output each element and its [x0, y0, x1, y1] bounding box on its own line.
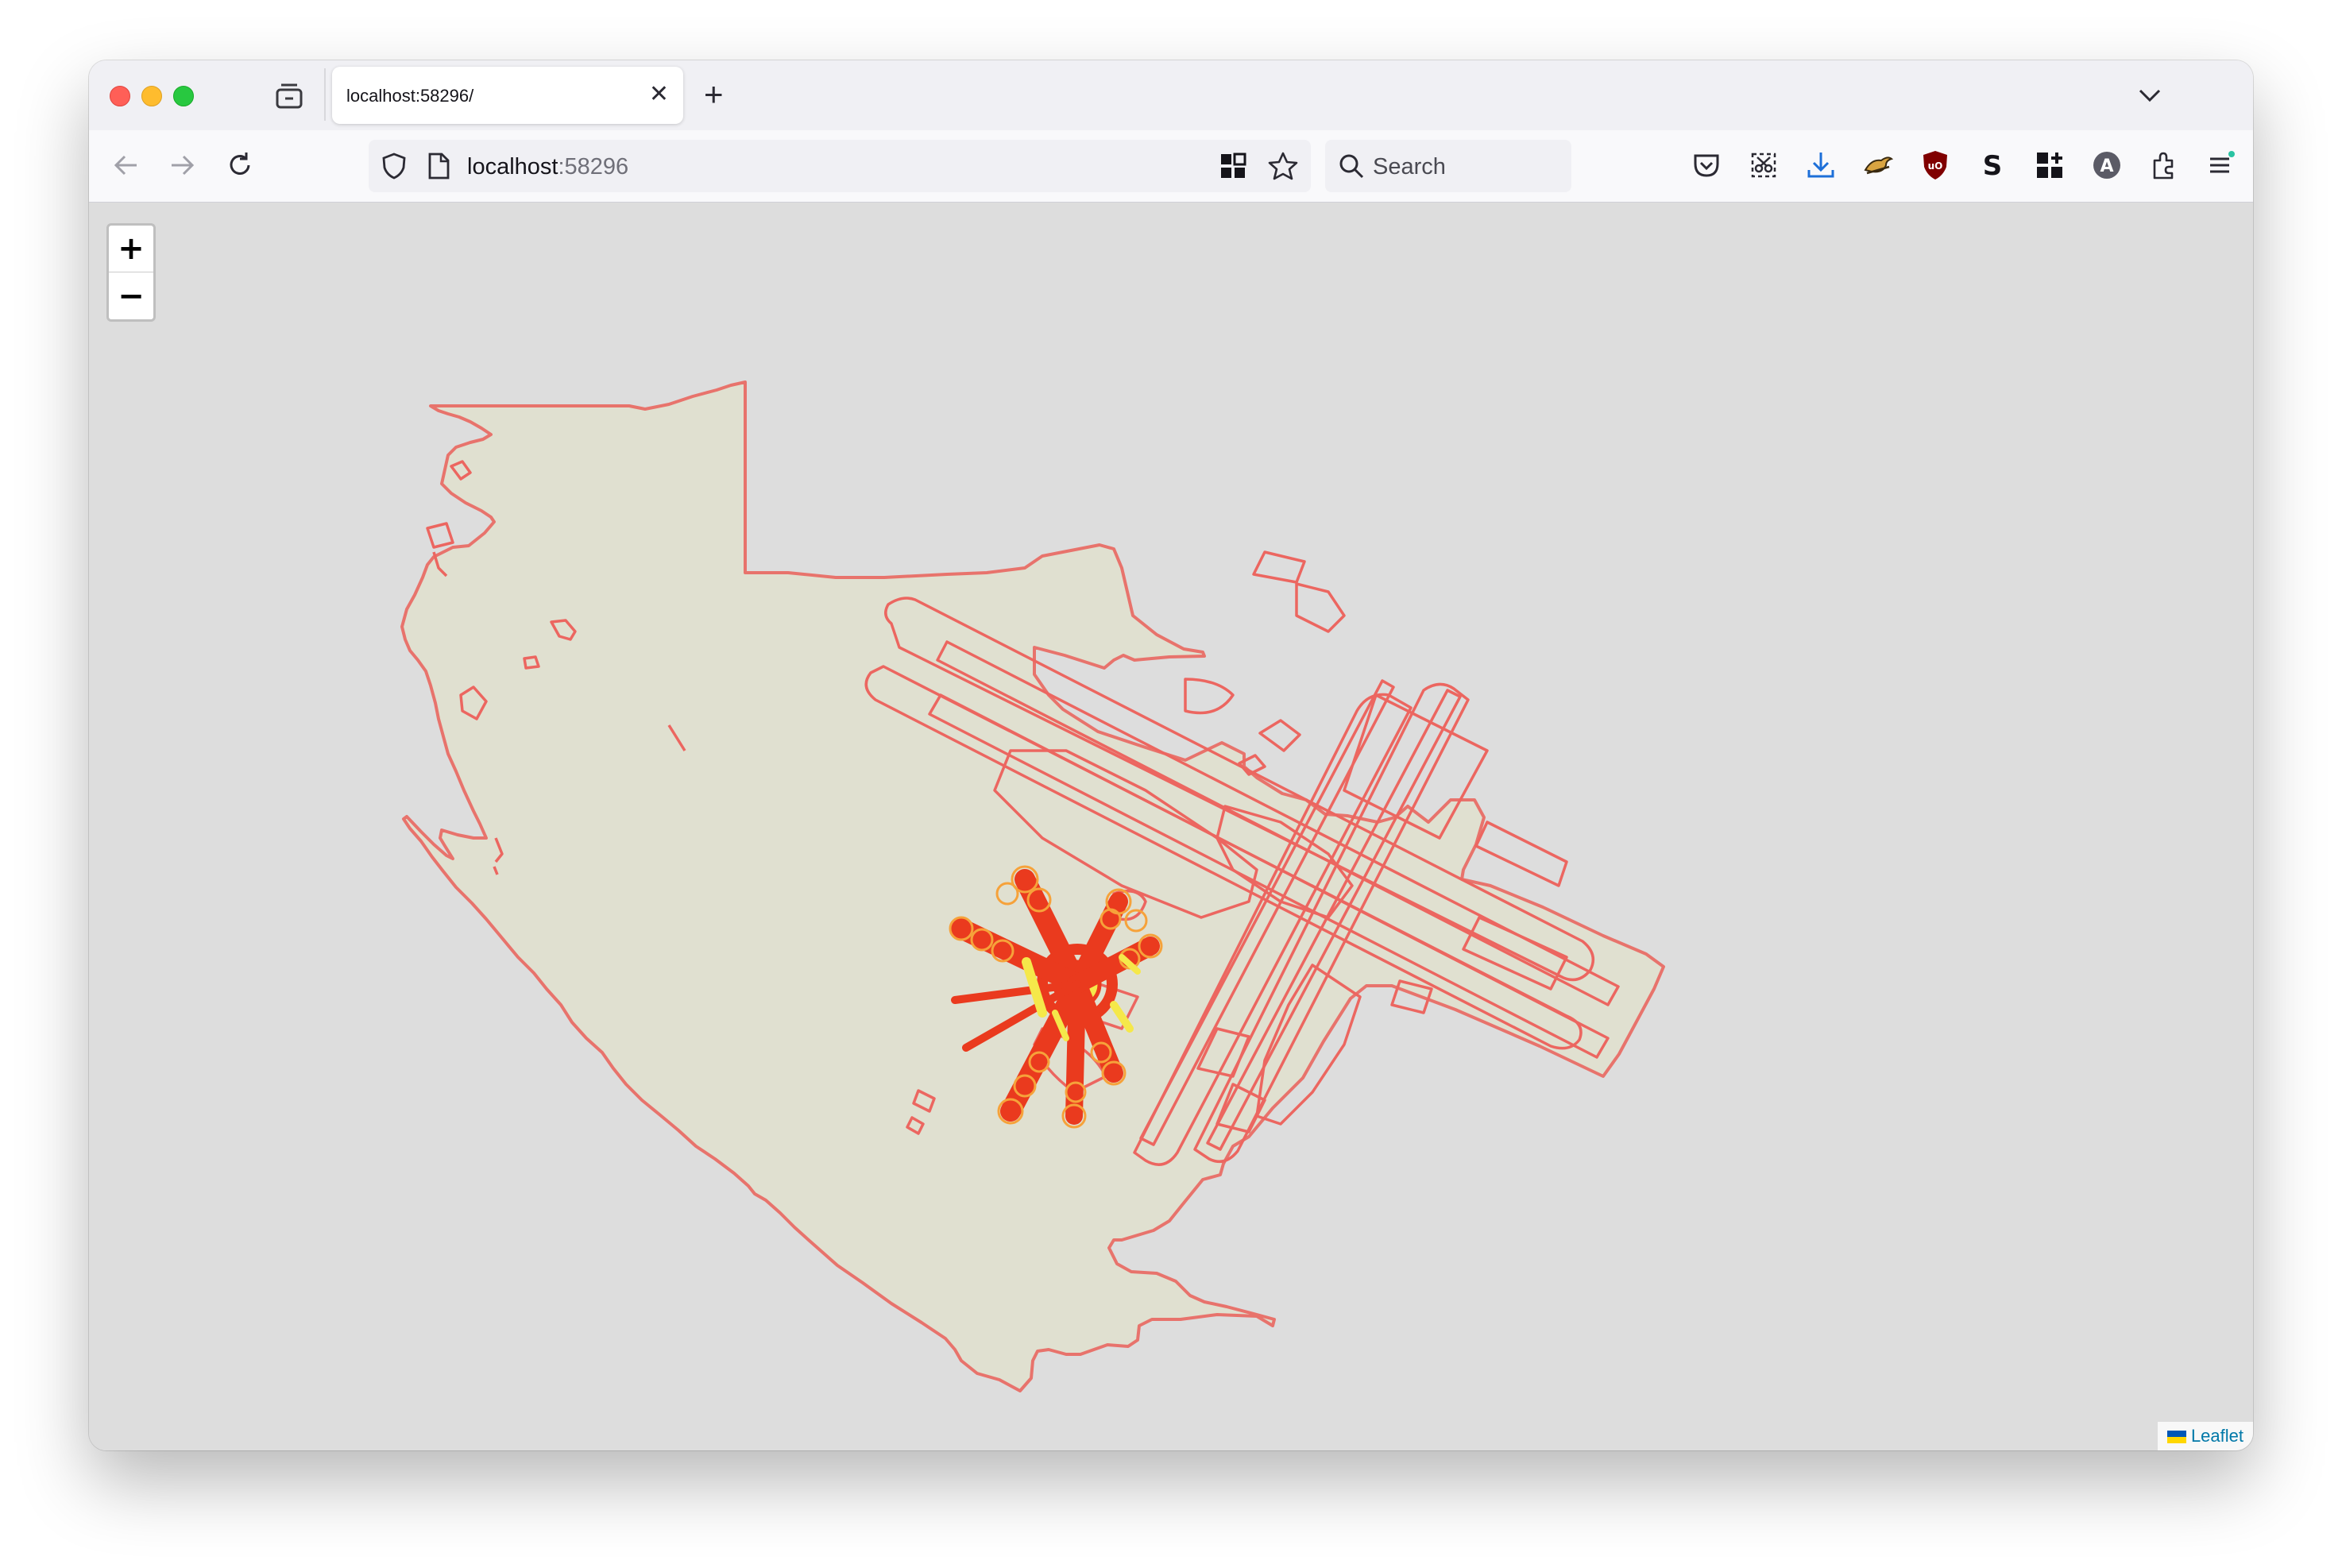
bookmark-star-icon[interactable]: [1268, 151, 1298, 181]
pocket-icon[interactable]: [1691, 149, 1722, 181]
ukraine-flag-icon: [2166, 1431, 2186, 1444]
back-icon[interactable]: [110, 149, 141, 181]
url-text: localhost:58296: [467, 154, 628, 180]
menu-icon[interactable]: [2205, 149, 2237, 181]
tab-bar: localhost:58296/ ✕ +: [89, 60, 2253, 130]
extension-s-icon[interactable]: S: [1977, 149, 2008, 181]
account-icon[interactable]: A: [2091, 149, 2123, 181]
page-icon: [428, 153, 450, 180]
shield-icon[interactable]: [380, 152, 408, 180]
airport-map[interactable]: [89, 203, 2253, 1450]
map-container[interactable]: + − Leaflet: [89, 203, 2253, 1450]
reload-icon[interactable]: [224, 149, 256, 181]
window-maximize-button[interactable]: [173, 86, 194, 106]
navigation-toolbar: localhost:58296 Search uO S A: [89, 130, 2253, 203]
tab-manager-icon[interactable]: [275, 83, 303, 110]
url-port: :58296: [558, 154, 629, 180]
url-host: localhost: [467, 154, 558, 180]
active-tab[interactable]: localhost:58296/ ✕: [332, 67, 683, 124]
window-close-button[interactable]: [110, 86, 130, 106]
svg-text:S: S: [1983, 150, 2003, 181]
zoom-control: + −: [106, 223, 156, 322]
ublock-icon[interactable]: uO: [1919, 149, 1951, 181]
extensions-puzzle-icon[interactable]: [2148, 149, 2180, 181]
tab-title: localhost:58296/: [346, 86, 474, 106]
forward-icon[interactable]: [167, 149, 199, 181]
zoom-in-button[interactable]: +: [109, 226, 153, 272]
search-icon: [1339, 154, 1364, 179]
search-box[interactable]: Search: [1325, 140, 1571, 192]
new-tab-icon[interactable]: +: [704, 75, 724, 114]
extension-bird-icon[interactable]: [1862, 149, 1894, 181]
list-all-tabs-icon[interactable]: [2135, 81, 2164, 110]
extension-grid-icon[interactable]: [1219, 152, 1247, 180]
url-bar[interactable]: localhost:58296: [369, 140, 1311, 192]
browser-window: localhost:58296/ ✕ + localhost:58296 Sea…: [89, 60, 2253, 1450]
extension-grid-plus-icon[interactable]: [2034, 149, 2066, 181]
svg-text:A: A: [2100, 156, 2113, 176]
tab-separator: [324, 68, 326, 121]
zoom-out-button[interactable]: −: [109, 273, 153, 319]
close-tab-icon[interactable]: ✕: [649, 83, 669, 106]
leaflet-link[interactable]: Leaflet: [2191, 1426, 2243, 1446]
download-icon[interactable]: [1805, 149, 1837, 181]
screenshot-icon[interactable]: [1748, 149, 1780, 181]
window-minimize-button[interactable]: [141, 86, 162, 106]
search-placeholder: Search: [1373, 154, 1446, 180]
map-attribution: Leaflet: [2157, 1422, 2253, 1450]
svg-text:uO: uO: [1928, 160, 1943, 172]
